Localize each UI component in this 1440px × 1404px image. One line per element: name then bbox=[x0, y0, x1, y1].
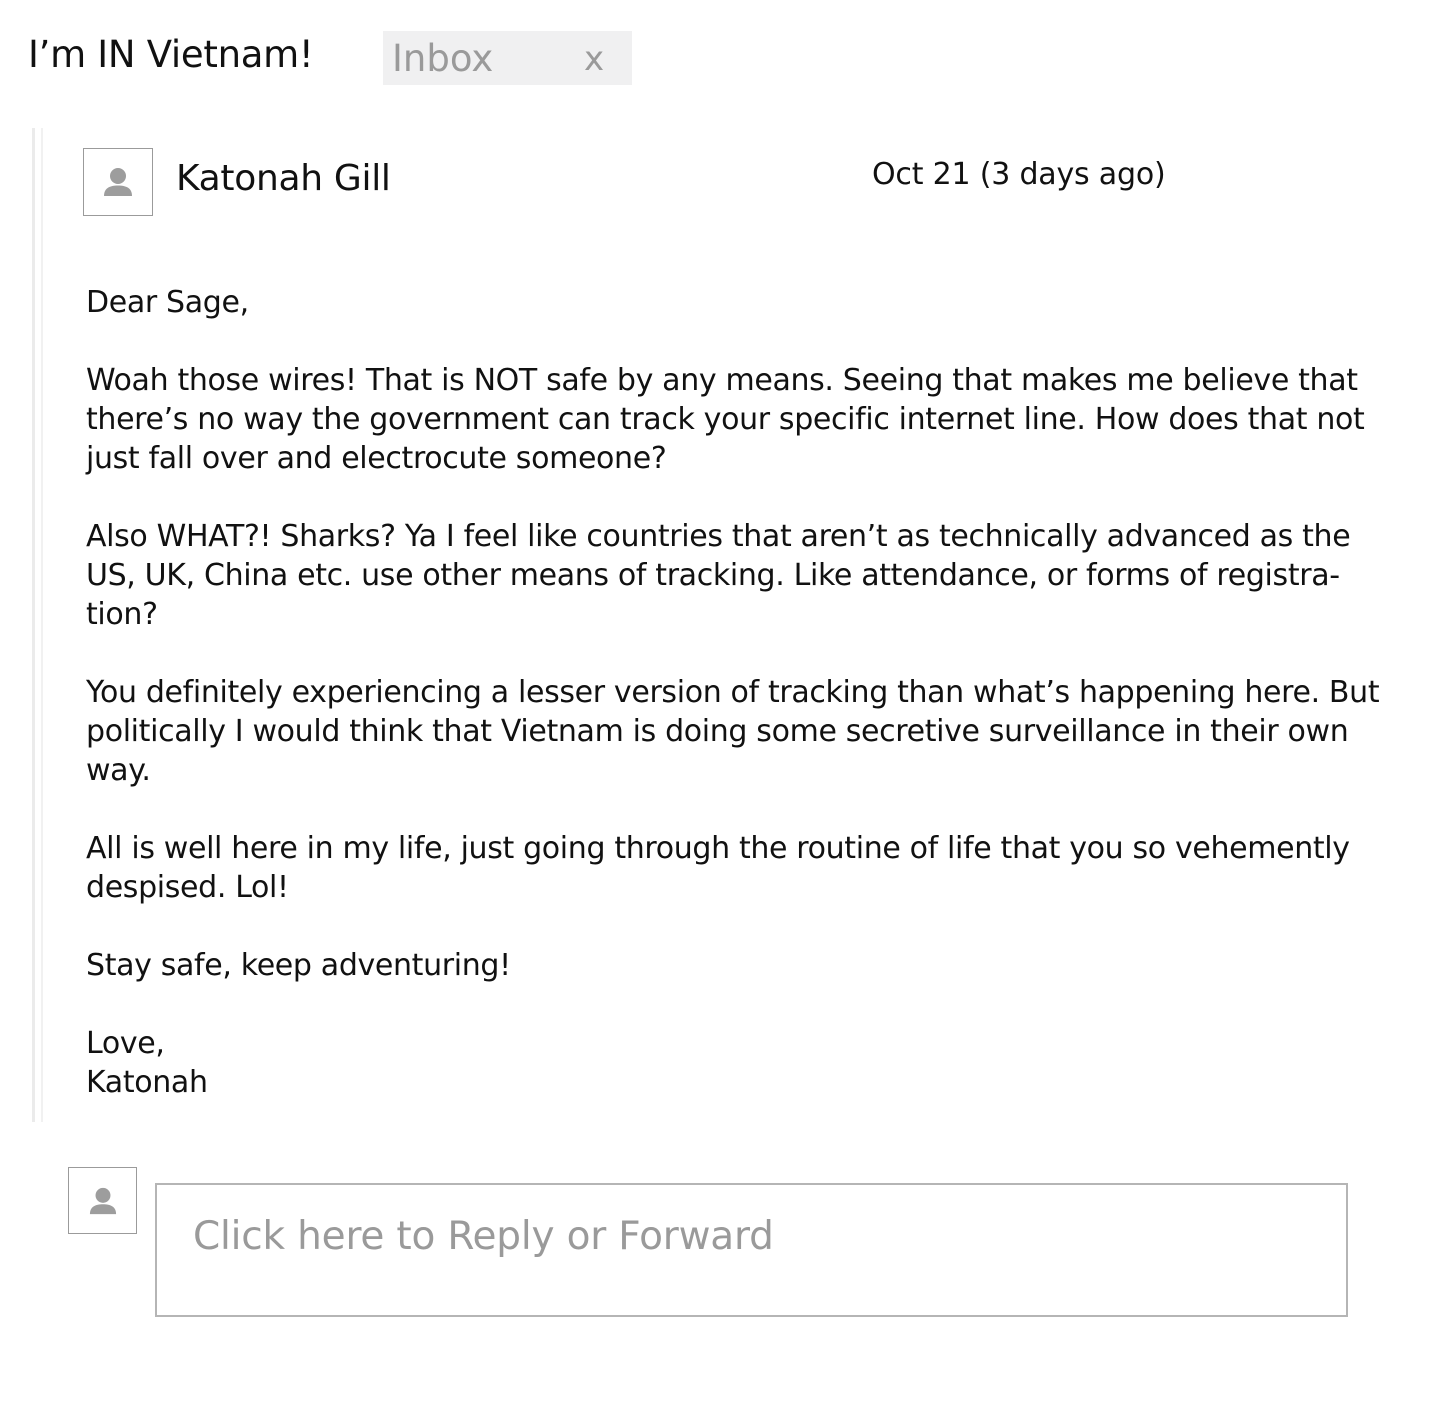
reply-placeholder: Click here to Reply or Forward bbox=[193, 1214, 774, 1259]
body-paragraph: Dear Sage, bbox=[86, 285, 249, 320]
body-paragraph: Also WHAT?! Sharks? Ya I feel like count… bbox=[86, 519, 1351, 632]
reply-avatar bbox=[68, 1167, 137, 1234]
inbox-label-chip[interactable]: Inbox x bbox=[383, 31, 632, 85]
person-icon bbox=[89, 1187, 116, 1214]
thread-subject: I’m IN Vietnam! bbox=[28, 33, 314, 76]
body-paragraph: Stay safe, keep adventuring! bbox=[86, 948, 511, 983]
label-name: Inbox bbox=[392, 37, 494, 80]
body-paragraph: All is well here in my life, just going … bbox=[86, 831, 1350, 905]
sender-name[interactable]: Katonah Gill bbox=[176, 154, 391, 204]
thread-divider bbox=[32, 128, 43, 1122]
reply-input[interactable]: Click here to Reply or Forward bbox=[155, 1183, 1348, 1317]
person-icon bbox=[104, 168, 132, 196]
remove-label-button[interactable]: x bbox=[584, 37, 604, 81]
body-paragraph: You definitely experiencing a lesser ver… bbox=[86, 675, 1380, 788]
signature: Love, Katonah bbox=[86, 1026, 208, 1100]
message-body: Dear Sage, Woah those wires! That is NOT… bbox=[86, 283, 1386, 1102]
body-paragraph: Woah those wires! That is NOT safe by an… bbox=[86, 363, 1365, 476]
sender-avatar[interactable] bbox=[83, 148, 153, 216]
message-date: Oct 21 (3 days ago) bbox=[872, 157, 1166, 192]
